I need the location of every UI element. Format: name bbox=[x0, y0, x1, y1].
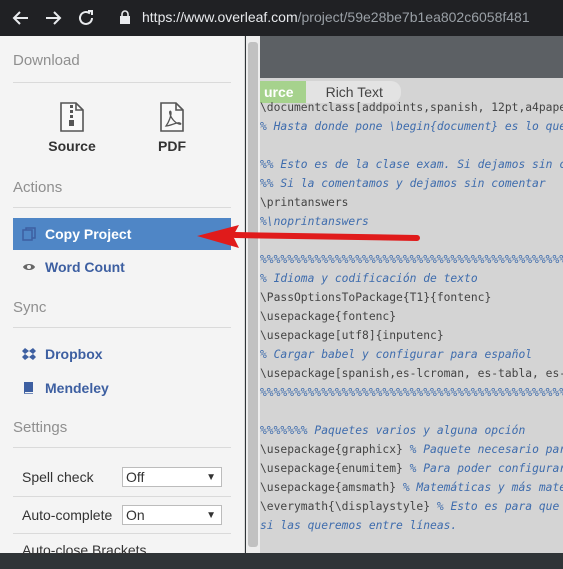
forward-button[interactable] bbox=[42, 7, 64, 29]
sidebar-scrollbar[interactable] bbox=[246, 36, 260, 553]
browser-toolbar: https://www.overleaf.com/project/59e28be… bbox=[0, 0, 563, 36]
download-heading: Download bbox=[13, 52, 80, 69]
code-line: % Idioma y codificación de texto bbox=[260, 272, 478, 285]
code-line: \usepackage{graphicx} % Paquete necesari… bbox=[260, 443, 563, 456]
actions-heading: Actions bbox=[13, 179, 63, 196]
code-line: \documentclass[addpoints,spanish, 12pt,a… bbox=[260, 101, 563, 114]
code-line: %% Si la comentamos y dejamos sin coment… bbox=[260, 177, 546, 190]
eye-icon bbox=[23, 264, 35, 270]
divider bbox=[13, 447, 231, 448]
setting-auto-complete: Auto-complete On ▼ bbox=[13, 496, 231, 532]
arrow-left-icon bbox=[12, 11, 28, 25]
spell-check-label: Spell check bbox=[22, 469, 94, 485]
code-line: \everymath{\displaystyle} % Esto es para… bbox=[260, 500, 560, 513]
code-line: %%%%%%% Paquetes varios y alguna opción bbox=[260, 424, 526, 437]
mendeley-button[interactable]: Mendeley bbox=[13, 372, 231, 404]
chevron-down-icon: ▼ bbox=[206, 510, 216, 521]
editor-pane: urce Rich Text \documentclass[addpoints,… bbox=[260, 36, 563, 553]
divider bbox=[13, 207, 231, 208]
auto-complete-select[interactable]: On ▼ bbox=[122, 505, 222, 525]
spell-check-select[interactable]: Off ▼ bbox=[122, 467, 222, 487]
copy-icon bbox=[22, 227, 36, 241]
word-count-button[interactable]: Word Count bbox=[13, 251, 231, 283]
code-line: \printanswers bbox=[260, 196, 349, 209]
dropbox-label: Dropbox bbox=[45, 346, 103, 362]
sync-heading: Sync bbox=[13, 299, 47, 316]
code-line: %%%%%%%%%%%%%%%%%%%%%%%%%%%%%%%%%%%%%%%%… bbox=[260, 386, 563, 399]
download-pdf-label: PDF bbox=[158, 138, 186, 154]
sidebar-scrollbar-thumb[interactable] bbox=[248, 42, 258, 547]
book-icon bbox=[24, 382, 33, 394]
code-line: \usepackage{amsmath} % Matemáticas y más… bbox=[260, 481, 563, 494]
code-line: \usepackage[spanish,es-lcroman, es-tabla… bbox=[260, 367, 563, 380]
download-source-button[interactable]: Source bbox=[32, 102, 112, 154]
editor-toolbar bbox=[260, 36, 563, 78]
setting-spell-check: Spell check Off ▼ bbox=[13, 459, 231, 495]
reload-button[interactable] bbox=[75, 7, 97, 29]
dropbox-icon bbox=[22, 348, 36, 360]
divider bbox=[13, 327, 231, 328]
code-line: si las queremos entre líneas. bbox=[260, 519, 458, 532]
divider bbox=[13, 82, 231, 83]
spell-check-value: Off bbox=[126, 469, 145, 485]
word-count-label: Word Count bbox=[45, 259, 125, 275]
code-line: \usepackage{fontenc} bbox=[260, 310, 397, 323]
arrow-right-icon bbox=[46, 11, 62, 25]
code-line: \PassOptionsToPackage{T1}{fontenc} bbox=[260, 291, 492, 304]
lock-icon bbox=[120, 10, 130, 24]
setting-auto-close-brackets: Auto-close Brackets bbox=[13, 533, 231, 569]
zip-file-icon bbox=[60, 102, 84, 132]
chevron-down-icon: ▼ bbox=[206, 472, 216, 483]
code-editor[interactable]: \documentclass[addpoints,spanish, 12pt,a… bbox=[260, 98, 563, 535]
url-path: /project/59e28be7b1ea802c6058f481 bbox=[297, 9, 530, 25]
code-line: % Cargar babel y configurar para español bbox=[260, 348, 533, 361]
auto-close-brackets-label: Auto-close Brackets bbox=[22, 542, 147, 558]
auto-complete-value: On bbox=[126, 507, 145, 523]
auto-complete-label: Auto-complete bbox=[22, 506, 113, 523]
copy-project-label: Copy Project bbox=[45, 226, 132, 242]
mendeley-label: Mendeley bbox=[45, 380, 109, 396]
code-line: \usepackage[utf8]{inputenc} bbox=[260, 329, 444, 342]
code-line: % Hasta donde pone \begin{document} es l… bbox=[260, 120, 563, 133]
code-line: \usepackage{enumitem} % Para poder confi… bbox=[260, 462, 563, 475]
download-pdf-button[interactable]: PDF bbox=[132, 102, 212, 154]
dropbox-button[interactable]: Dropbox bbox=[13, 338, 231, 370]
download-source-label: Source bbox=[48, 138, 96, 154]
reload-icon bbox=[79, 10, 93, 25]
settings-heading: Settings bbox=[13, 419, 68, 436]
url-domain: https://www.overleaf.com bbox=[142, 9, 298, 25]
address-bar[interactable]: https://www.overleaf.com/project/59e28be… bbox=[142, 9, 530, 25]
project-menu: Download Source PDF Actions Copy Project… bbox=[0, 36, 245, 558]
pdf-file-icon bbox=[160, 102, 184, 132]
code-line: %% Esto es de la clase exam. Si dejamos … bbox=[260, 158, 563, 171]
back-button[interactable] bbox=[10, 7, 32, 29]
red-arrow-annotation bbox=[197, 225, 420, 248]
